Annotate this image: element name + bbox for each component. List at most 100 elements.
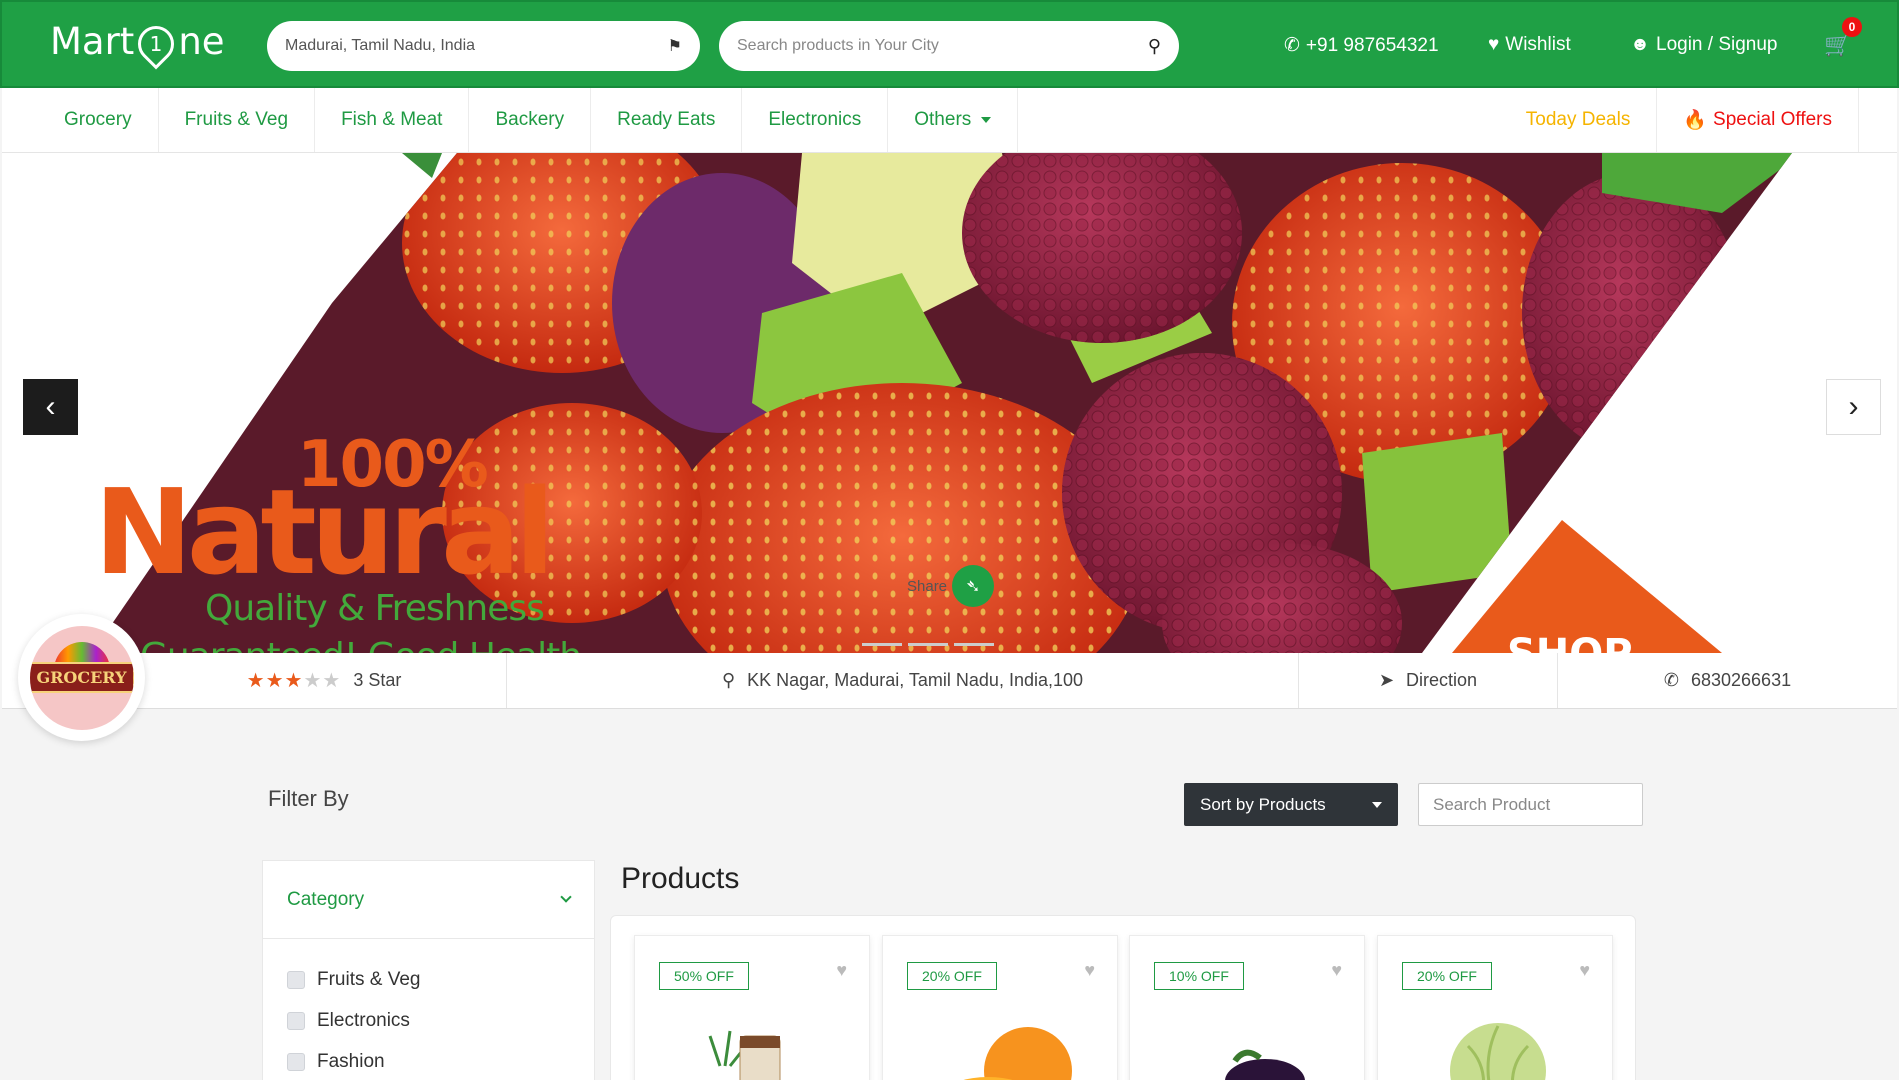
nav-backery[interactable]: Backery (469, 88, 592, 152)
sort-dropdown[interactable]: Sort by Products (1184, 783, 1398, 826)
category-option[interactable]: Fruits & Veg (263, 959, 594, 1000)
hero-banner[interactable]: 100% Natural Quality & Freshness Guarant… (2, 153, 1897, 653)
chevron-left-icon: ‹ (45, 390, 56, 423)
heart-icon: ♥ (1488, 34, 1500, 55)
header-phone-text: +91 987654321 (1305, 34, 1439, 56)
location-field[interactable]: Madurai, Tamil Nadu, India ⚑ (267, 21, 700, 71)
eggplant-image (1225, 1049, 1305, 1080)
nav-fruits-veg[interactable]: Fruits & Veg (159, 88, 316, 152)
hero-text-guarantee: Guaranteed! Good Health (140, 636, 582, 653)
direction-label: Direction (1406, 670, 1478, 690)
store-info-bar: ★★★★★ 3 Star ⚲ KK Nagar, Madurai, Tamil … (2, 653, 1897, 709)
login-signup-link[interactable]: ☻ Login / Signup (1630, 34, 1778, 56)
caret-down-icon (1372, 801, 1382, 808)
carousel-next-button[interactable]: › (1826, 379, 1881, 435)
store-logo-text: GROCERY (29, 662, 134, 693)
share-label: Share (907, 578, 948, 595)
category-option[interactable]: Fashion (263, 1041, 594, 1080)
category-option-label: Fruits & Veg (317, 968, 421, 990)
orange-image (963, 1027, 1072, 1080)
discount-badge: 10% OFF (1154, 962, 1244, 990)
discount-badge: 50% OFF (659, 962, 749, 990)
category-checkbox[interactable] (287, 970, 305, 989)
map-marker-icon: ⚲ (721, 670, 736, 690)
wishlist-heart-icon[interactable]: ♥ (836, 960, 847, 981)
fire-icon: 🔥 (1683, 110, 1708, 131)
nav-others-label: Others (914, 109, 972, 130)
coconut-jar-image (708, 1030, 781, 1080)
category-option-label: Fashion (317, 1050, 385, 1072)
share-icon: ➴ (965, 575, 981, 596)
products-title: Products (621, 862, 740, 895)
store-logo: GROCERY (18, 614, 145, 741)
city-search-input[interactable]: Search products in Your City ⚲ (719, 21, 1179, 71)
product-card[interactable]: 20% OFF ♥ (1377, 935, 1613, 1080)
product-card[interactable]: 50% OFF ♥ (634, 935, 870, 1080)
wishlist-heart-icon[interactable]: ♥ (1579, 960, 1590, 981)
store-address: ⚲ KK Nagar, Madurai, Tamil Nadu, India,1… (507, 653, 1299, 708)
rating-stars: ★★★★★ (246, 670, 342, 692)
category-checkbox[interactable] (287, 1052, 305, 1071)
nav-fish-meat[interactable]: Fish & Meat (315, 88, 470, 152)
category-checkbox[interactable] (287, 1011, 305, 1030)
login-label: Login / Signup (1656, 34, 1778, 55)
carousel-prev-button[interactable]: ‹ (23, 379, 78, 435)
carousel-dot[interactable] (954, 643, 994, 646)
sort-label: Sort by Products (1200, 794, 1326, 814)
address-text: KK Nagar, Madurai, Tamil Nadu, India,100 (747, 670, 1084, 690)
locate-me-icon[interactable]: ⚑ (668, 36, 682, 56)
direction-link[interactable]: ➤ Direction (1299, 653, 1558, 708)
navigation-arrow-icon: ➤ (1378, 670, 1395, 690)
share-button[interactable]: ➴ (952, 565, 994, 607)
discount-badge: 20% OFF (1402, 962, 1492, 990)
category-option[interactable]: Electronics (263, 1000, 594, 1041)
search-icon[interactable]: ⚲ (1148, 36, 1161, 57)
filter-sidebar: Category Fruits & Veg Electronics Fashio… (262, 860, 595, 1080)
location-value: Madurai, Tamil Nadu, India (285, 37, 476, 54)
cart-count-badge: 0 (1842, 17, 1862, 37)
cabbage-image (1450, 1023, 1546, 1080)
nav-grocery[interactable]: Grocery (2, 88, 159, 152)
nav-electronics[interactable]: Electronics (742, 88, 889, 152)
nav-others-dropdown[interactable]: Others (888, 88, 1019, 152)
header-phone[interactable]: ✆ +91 987654321 (1284, 34, 1439, 57)
wishlist-heart-icon[interactable]: ♥ (1331, 960, 1342, 981)
hero-text-quality: Quality & Freshness (205, 588, 545, 629)
wishlist-heart-icon[interactable]: ♥ (1084, 960, 1095, 981)
wishlist-link[interactable]: ♥ Wishlist (1488, 34, 1571, 56)
caret-down-icon (981, 117, 992, 123)
nav-special-offers[interactable]: 🔥 Special Offers (1657, 88, 1859, 152)
product-search-placeholder: Search Product (1433, 794, 1551, 814)
wishlist-label: Wishlist (1505, 34, 1571, 55)
logo-text-right: ne (178, 20, 225, 63)
category-option-label: Electronics (317, 1009, 410, 1031)
city-search-placeholder: Search products in Your City (737, 37, 939, 54)
rating-label: 3 Star (353, 670, 402, 690)
phone-icon: ✆ (1284, 35, 1300, 56)
store-phone[interactable]: ✆ 6830266631 (1558, 653, 1897, 708)
nav-today-deals[interactable]: Today Deals (1500, 88, 1658, 152)
chevron-down-icon (560, 890, 572, 903)
product-card[interactable]: 10% OFF ♥ (1129, 935, 1365, 1080)
carousel-dot[interactable] (862, 643, 902, 646)
nav-ready-eats[interactable]: Ready Eats (591, 88, 743, 152)
special-offers-label: Special Offers (1713, 109, 1832, 130)
filter-title: Filter By (268, 786, 349, 811)
product-card[interactable]: 20% OFF ♥ (882, 935, 1118, 1080)
location-pin-icon: 1 (130, 18, 182, 69)
store-phone-text: 6830266631 (1690, 670, 1792, 690)
phone-icon: ✆ (1663, 670, 1679, 690)
user-icon: ☻ (1630, 34, 1650, 55)
discount-badge: 20% OFF (907, 962, 997, 990)
carousel-dot[interactable] (908, 643, 948, 646)
category-nav: Grocery Fruits & Veg Fish & Meat Backery… (2, 88, 1897, 153)
top-header: Mart 1 ne Madurai, Tamil Nadu, India ⚑ S… (0, 0, 1899, 88)
category-accordion-header[interactable]: Category (263, 861, 594, 939)
carousel-indicators (862, 643, 994, 646)
category-list: Fruits & Veg Electronics Fashion (263, 939, 594, 1080)
product-search-input[interactable]: Search Product (1418, 783, 1643, 826)
martone-logo[interactable]: Mart 1 ne (50, 18, 225, 69)
logo-text-left: Mart (50, 20, 135, 63)
hero-text-natural: Natural (94, 463, 555, 601)
